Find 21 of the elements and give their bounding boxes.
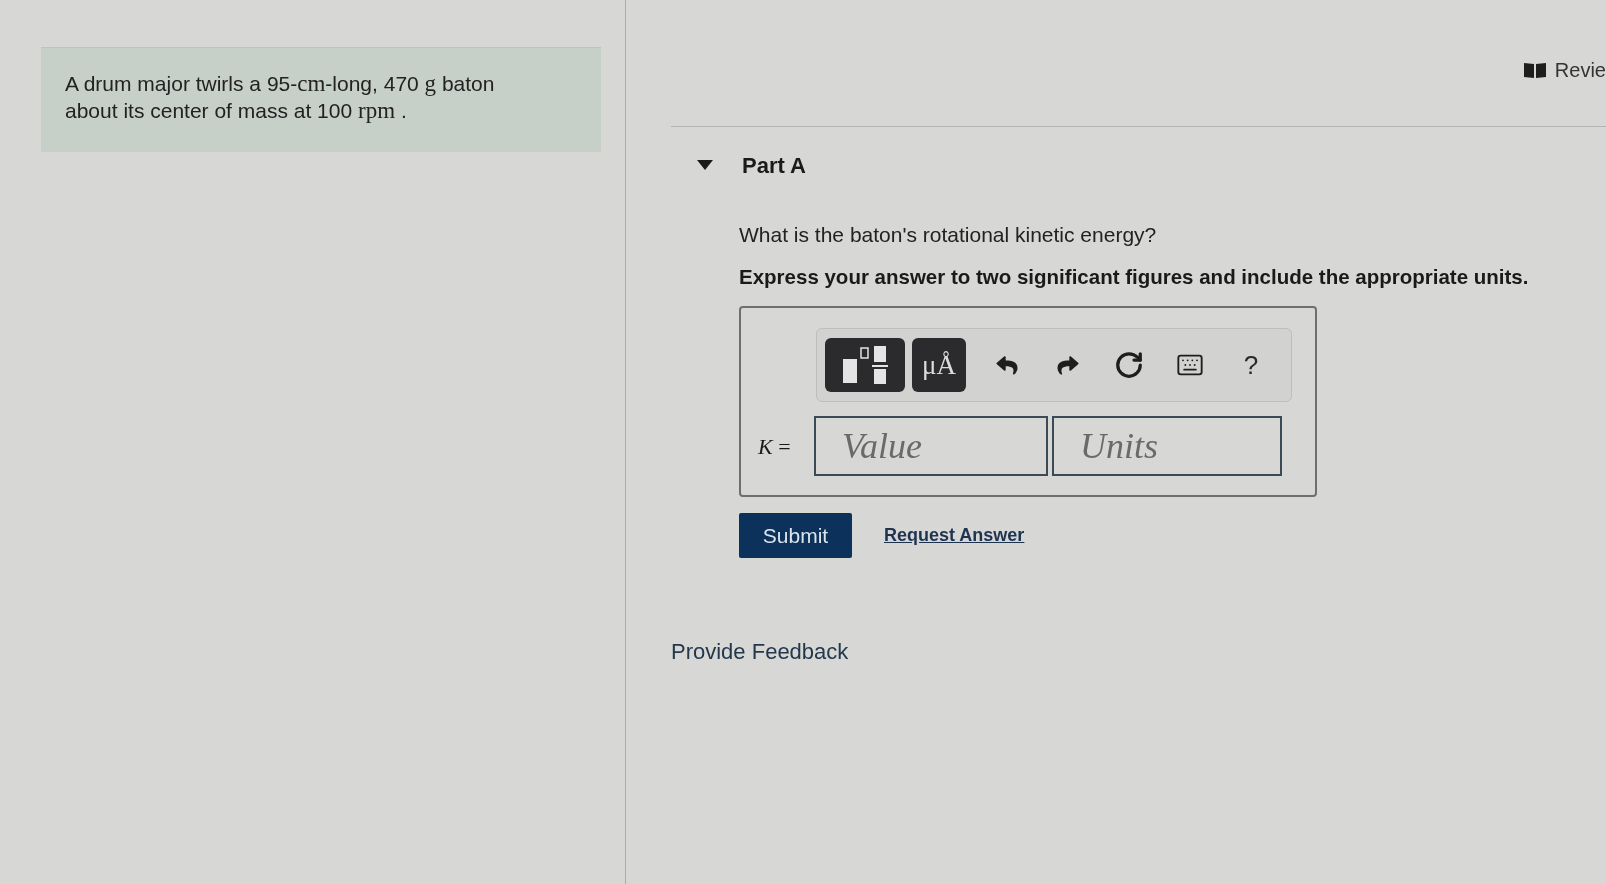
problem-text: A drum major twirls a 95-cm-long, 470 g baton about its center of mass at 100 rpm . [65,70,496,124]
units-field[interactable]: Units [1052,416,1282,476]
fraction-template-icon [841,345,889,385]
templates-button[interactable] [825,338,905,392]
caret-icon [697,160,713,170]
book-icon [1523,62,1546,78]
instruction-text: Express your answer to two significant figures and include the appropriate units. [739,265,1529,289]
part-title: Part A [742,151,806,180]
answer-label: K = [758,432,792,461]
undo-icon [995,354,1019,376]
submit-button[interactable]: Submit [739,513,852,558]
review-link[interactable]: Revie [1554,58,1606,82]
redo-icon [1056,354,1080,376]
symbols-button[interactable]: μÅ [912,338,966,392]
value-field[interactable]: Value [814,416,1048,476]
feedback-link[interactable]: Provide Feedback [671,635,849,668]
reset-icon [1114,350,1144,380]
question-text: What is the baton's rotational kinetic energy? [739,223,1157,247]
help-button[interactable]: ? [1231,345,1271,385]
request-answer-link[interactable]: Request Answer [884,522,1025,549]
collapse-toggle[interactable] [697,159,713,171]
